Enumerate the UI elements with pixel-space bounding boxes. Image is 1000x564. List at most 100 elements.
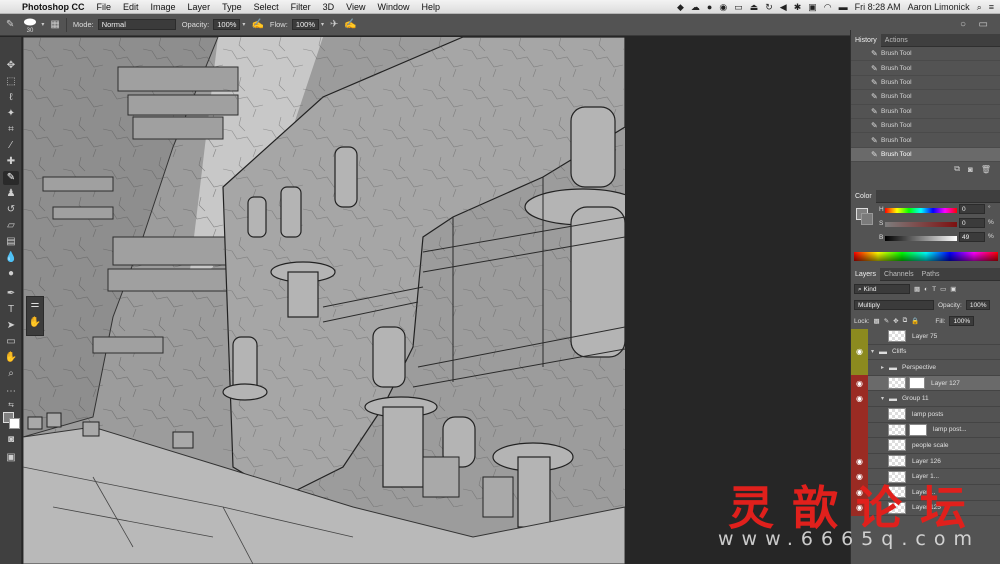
menu-layer[interactable]: Layer (188, 2, 211, 12)
layer-row[interactable]: lamp posts (851, 406, 1000, 423)
tab-actions[interactable]: Actions (881, 34, 912, 47)
blend-mode-select[interactable]: Multiply (854, 300, 934, 310)
eject-icon[interactable]: ⏏ (750, 2, 759, 13)
zoom-tool-icon[interactable]: ⌕ (3, 367, 19, 381)
layer-group-row[interactable]: ◉ ▾ ▬ Cliffs (851, 344, 1000, 361)
search-icon[interactable]: ○ (960, 19, 966, 30)
new-document-from-state-icon[interactable]: ⧉ (954, 164, 960, 174)
history-item-current[interactable]: ✎ Brush Tool (851, 147, 1000, 163)
menu-3d[interactable]: 3D (323, 2, 335, 12)
lasso-tool-icon[interactable]: ℓ (3, 91, 19, 105)
chevron-right-icon[interactable]: ▸ (881, 364, 884, 371)
path-selection-tool-icon[interactable]: ➤ (3, 319, 19, 333)
history-item[interactable]: ✎ Brush Tool (851, 47, 1000, 62)
display-icon[interactable]: ▭ (734, 2, 743, 13)
menu-help[interactable]: Help (421, 2, 440, 12)
dropbox-icon[interactable]: ◆ (677, 2, 684, 13)
clone-stamp-tool-icon[interactable]: ♟ (3, 187, 19, 201)
sync-icon[interactable]: ↻ (765, 2, 773, 13)
layer-opacity-input[interactable]: 100% (965, 300, 991, 310)
speaker-icon[interactable]: ◀ (780, 2, 787, 13)
camera-icon[interactable]: ◙ (968, 165, 973, 174)
bluetooth-icon[interactable]: ✱ (794, 2, 802, 13)
mode-select[interactable]: Normal (97, 19, 176, 30)
more-tools-icon[interactable]: ⋯ (3, 385, 19, 399)
hand-tool-icon[interactable]: ✋ (3, 351, 19, 365)
app-name-menu[interactable]: Photoshop CC (22, 2, 85, 12)
layer-mask-thumbnail[interactable] (909, 423, 927, 436)
tab-channels[interactable]: Channels (880, 268, 918, 281)
lock-position-icon[interactable]: ✥ (893, 317, 898, 325)
visibility-toggle[interactable]: ◉ (851, 453, 868, 469)
pixel-filter-icon[interactable]: ▩ (914, 285, 920, 293)
user-name[interactable]: Aaron Limonick (908, 2, 970, 12)
saturation-slider[interactable] (885, 222, 957, 227)
trash-icon[interactable]: 🗑 (981, 165, 991, 174)
gradient-tool-icon[interactable]: ▤ (3, 235, 19, 249)
layer-row[interactable]: people scale (851, 437, 1000, 454)
visibility-toggle[interactable] (851, 328, 868, 345)
layer-row[interactable]: lamp post... (851, 422, 1000, 439)
crop-tool-icon[interactable]: ⌗ (3, 123, 19, 137)
lock-all-icon[interactable]: 🔒 (911, 317, 919, 325)
document-canvas[interactable] (23, 37, 625, 564)
workspace-icon[interactable]: ▭ (979, 19, 988, 30)
brush-preset-icon[interactable]: ✎ (6, 19, 14, 30)
brush-size-picker[interactable]: 30 ▾ (20, 16, 44, 34)
history-brush-tool-icon[interactable]: ↺ (3, 203, 19, 217)
visibility-toggle[interactable] (851, 359, 868, 376)
color-spectrum-ramp[interactable] (854, 252, 998, 261)
opacity-input[interactable]: 100% (213, 19, 241, 30)
menu-select[interactable]: Select (254, 2, 279, 12)
menu-window[interactable]: Window (377, 2, 409, 12)
visibility-toggle[interactable] (851, 422, 868, 438)
chevron-down-icon[interactable]: ▾ (321, 21, 324, 28)
clone-source-icon[interactable]: ✋ (27, 317, 43, 333)
history-item[interactable]: ✎ Brush Tool (851, 61, 1000, 76)
visibility-toggle[interactable] (851, 437, 868, 454)
chevron-down-icon[interactable]: ▾ (871, 348, 874, 355)
smart-object-filter-icon[interactable]: ▣ (950, 285, 956, 293)
menu-file[interactable]: File (97, 2, 112, 12)
lock-pixels-icon[interactable]: ✎ (884, 317, 889, 325)
layer-row-selected[interactable]: ◉ Layer 127 (851, 375, 1000, 392)
layer-mask-thumbnail[interactable] (909, 377, 925, 390)
history-item[interactable]: ✎ Brush Tool (851, 105, 1000, 119)
history-item[interactable]: ✎ Brush Tool (851, 119, 1000, 134)
hue-slider[interactable] (885, 208, 957, 213)
tab-layers[interactable]: Layers (851, 267, 881, 281)
visibility-toggle[interactable]: ◉ (851, 344, 868, 360)
brightness-input[interactable]: 49 (959, 232, 985, 242)
pressure-size-icon[interactable]: ✍ (344, 19, 356, 30)
history-item[interactable]: ✎ Brush Tool (851, 133, 1000, 148)
wifi-icon[interactable]: ◠ (824, 2, 832, 13)
layer-row[interactable]: ◉ Layer 126 (851, 453, 1000, 470)
visibility-toggle[interactable]: ◉ (851, 375, 868, 391)
shape-filter-icon[interactable]: ▭ (940, 285, 946, 293)
hue-input[interactable]: 0 (959, 204, 985, 214)
layer-group-row[interactable]: ◉ ▾ ▬ Group 11 (851, 390, 1000, 407)
fill-input[interactable]: 100% (949, 316, 975, 326)
quick-mask-icon[interactable]: ◙ (3, 433, 19, 447)
search-icon[interactable]: ⌕ (977, 2, 982, 13)
notification-icon[interactable]: ≡ (989, 2, 994, 12)
type-filter-icon[interactable]: T (932, 286, 936, 293)
rectangle-tool-icon[interactable]: ▭ (3, 335, 19, 349)
eyedropper-tool-icon[interactable]: ⁄ (3, 139, 19, 153)
layer-kind-filter[interactable]: ⌕ Kind (854, 284, 910, 294)
adjustment-filter-icon[interactable]: ◐ (924, 286, 928, 293)
visibility-toggle[interactable]: ◉ (851, 390, 868, 407)
battery-icon[interactable]: ▬ (839, 2, 848, 12)
menu-view[interactable]: View (346, 2, 365, 12)
cloud-icon[interactable]: ☁ (691, 2, 700, 13)
swap-colors-icon[interactable]: ⇆ (3, 399, 19, 413)
marquee-tool-icon[interactable]: ⬚ (3, 75, 19, 89)
menu-edit[interactable]: Edit (123, 2, 139, 12)
magic-wand-tool-icon[interactable]: ✦ (3, 107, 19, 121)
chevron-down-icon[interactable]: ▾ (242, 21, 245, 28)
menu-image[interactable]: Image (151, 2, 176, 12)
tab-color[interactable]: Color (851, 189, 876, 203)
visibility-toggle[interactable] (851, 406, 868, 423)
brightness-slider[interactable] (885, 236, 957, 241)
lock-artboard-icon[interactable]: ⧉ (903, 317, 908, 325)
